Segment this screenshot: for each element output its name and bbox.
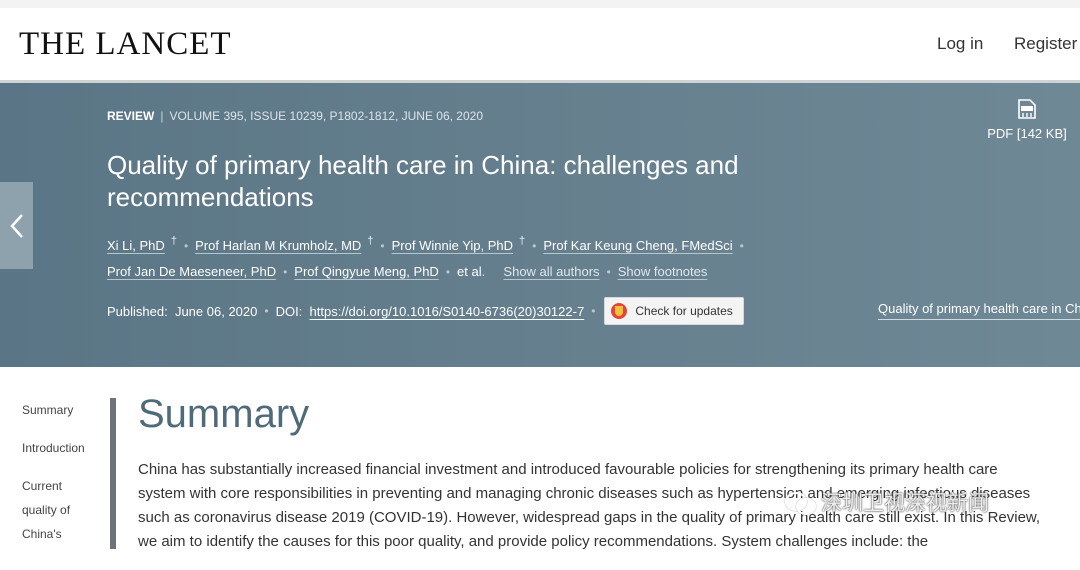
- lancet-logo[interactable]: THE LANCET: [19, 26, 232, 63]
- article-title: Quality of primary health care in China:…: [107, 150, 739, 212]
- pdf-label: PDF [142 KB]: [987, 126, 1067, 141]
- published-label: Published:: [107, 303, 168, 319]
- pdf-download[interactable]: PDF [142 KB]: [987, 99, 1067, 143]
- article-hero: REVIEW | VOLUME 395, ISSUE 10239, P1802-18…: [0, 83, 1080, 367]
- footnote-dagger: †: [170, 235, 177, 247]
- published-date: June 06, 2020: [174, 303, 258, 319]
- crossmark-icon: [611, 303, 628, 319]
- author-link[interactable]: Prof Harlan M Krumholz, MD: [195, 238, 361, 253]
- author-separator: •: [183, 239, 189, 253]
- author-separator: •: [532, 239, 537, 253]
- toc-item-summary[interactable]: Summary: [22, 398, 102, 422]
- check-for-updates-button[interactable]: Check for updates: [604, 297, 744, 325]
- author-separator: •: [283, 265, 288, 279]
- footnote-dagger: †: [367, 235, 374, 247]
- author-separator: •: [380, 239, 385, 253]
- check-updates-label: Check for updates: [635, 304, 733, 318]
- previous-article-button[interactable]: [0, 182, 33, 269]
- author-list: Xi Li, PhD † • Prof Harlan M Krumholz, MD † •…: [107, 228, 787, 285]
- publication-row: Published: June 06, 2020 • DOI: https://do…: [107, 297, 744, 325]
- login-link[interactable]: Log in: [937, 34, 983, 54]
- article-type: REVIEW: [107, 109, 155, 123]
- watermark: 深圳卫视深视新闻: [783, 487, 989, 517]
- author-link[interactable]: Prof Jan De Maeseneer, PhD: [107, 264, 276, 279]
- register-link[interactable]: Register: [1014, 34, 1077, 54]
- author-separator: •: [445, 265, 451, 279]
- author-separator: •: [606, 265, 611, 279]
- section-indicator-bar: [110, 398, 116, 549]
- toc-item-current-quality[interactable]: Current quality of China's: [22, 474, 84, 546]
- show-all-authors-link[interactable]: Show all authors: [503, 264, 599, 279]
- show-footnotes-link[interactable]: Show footnotes: [618, 264, 708, 279]
- related-article-link[interactable]: Quality of primary health care in China:…: [878, 301, 1080, 320]
- doi-label: DOI:: [275, 303, 303, 319]
- article-meta: REVIEW | VOLUME 395, ISSUE 10239, P1802-18…: [107, 109, 483, 123]
- meta-dot: •: [591, 304, 596, 318]
- author-link[interactable]: Prof Winnie Yip, PhD: [392, 238, 513, 253]
- pdf-icon: [1018, 99, 1036, 119]
- et-al: et al.: [457, 264, 486, 279]
- author-link[interactable]: Xi Li, PhD: [107, 238, 165, 253]
- doi-link[interactable]: https://doi.org/10.1016/S0140-6736(20)30…: [310, 304, 585, 319]
- site-header: THE LANCET Log in Register: [0, 8, 1080, 80]
- top-gap: [0, 0, 1080, 8]
- author-separator: •: [739, 239, 744, 253]
- summary-heading: Summary: [138, 392, 310, 436]
- watermark-text: 深圳卫视深视新闻: [821, 492, 989, 515]
- wechat-icon: [783, 489, 817, 515]
- table-of-contents: Summary Introduction Current quality of …: [22, 398, 102, 570]
- toc-item-introduction[interactable]: Introduction: [22, 436, 102, 460]
- chevron-left-icon: [9, 213, 23, 238]
- meta-separator: |: [160, 109, 164, 123]
- author-link[interactable]: Prof Kar Keung Cheng, FMedSci: [543, 238, 732, 253]
- volume-info[interactable]: VOLUME 395, ISSUE 10239, P1802-1812, JUN…: [169, 109, 483, 123]
- meta-dot: •: [264, 304, 269, 318]
- footnote-dagger: †: [519, 235, 526, 247]
- author-link[interactable]: Prof Qingyue Meng, PhD: [294, 264, 439, 279]
